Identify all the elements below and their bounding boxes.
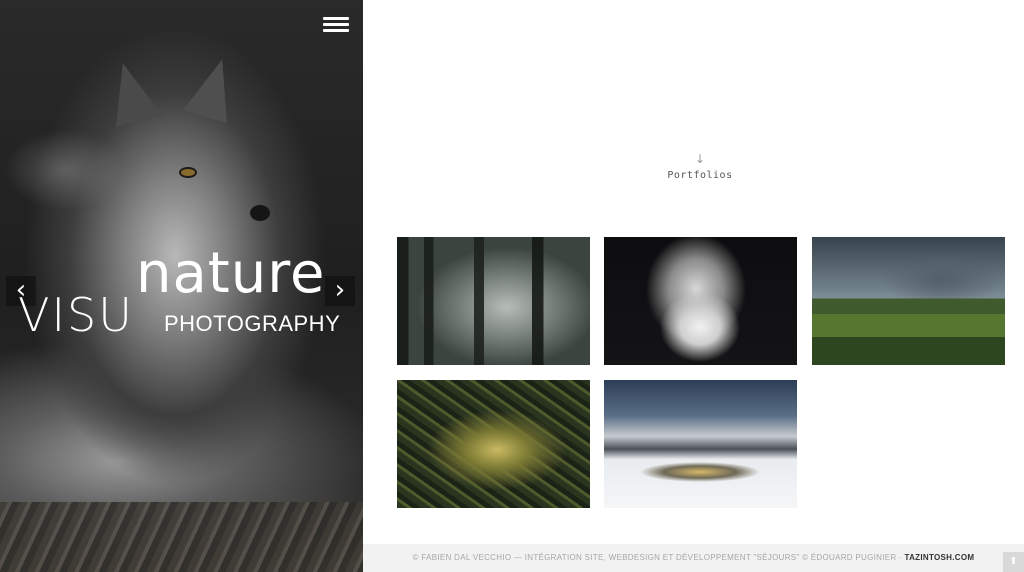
logo-word: nature bbox=[136, 241, 326, 306]
logo-subtitle: PHOTOGRAPHY bbox=[164, 311, 341, 336]
arrow-down-icon: ↓ bbox=[694, 152, 706, 166]
fox-left-ear bbox=[101, 57, 163, 127]
portfolio-thumb-snow[interactable] bbox=[604, 380, 797, 508]
footer-credits: © FABIEN DAL VECCHIO — INTÉGRATION SITE,… bbox=[363, 544, 1024, 572]
footer: © FABIEN DAL VECCHIO — INTÉGRATION SITE,… bbox=[363, 544, 1024, 572]
portfolio-thumb-forest[interactable] bbox=[397, 237, 590, 365]
fox-nose bbox=[250, 205, 270, 221]
portfolio-thumb-fox[interactable] bbox=[604, 237, 797, 365]
menu-bar bbox=[323, 29, 349, 32]
hero-ground bbox=[0, 502, 363, 572]
hero-slideshow[interactable]: ‹ › VISU nature PHOTOGRAPHY bbox=[0, 0, 363, 572]
portfolios-heading: ↓ Portfolios bbox=[600, 152, 800, 181]
fox-right-ear bbox=[182, 52, 244, 124]
fox-eye bbox=[179, 167, 197, 178]
portfolios-title: Portfolios bbox=[667, 170, 733, 181]
portfolio-thumb-valley[interactable] bbox=[812, 237, 1005, 365]
page: ‹ › VISU nature PHOTOGRAPHY ↓ Portfolios… bbox=[0, 0, 1024, 572]
menu-bar bbox=[323, 23, 349, 26]
portfolio-thumb-moss[interactable] bbox=[397, 380, 590, 508]
site-logo[interactable]: VISU nature PHOTOGRAPHY bbox=[16, 241, 348, 342]
logo-prefix: VISU bbox=[18, 288, 134, 342]
footer-credit-text: © FABIEN DAL VECCHIO — INTÉGRATION SITE,… bbox=[412, 553, 905, 562]
footer-site-link[interactable]: TAZINTOSH.COM bbox=[905, 553, 975, 562]
menu-bar bbox=[323, 17, 349, 20]
hamburger-menu-icon[interactable] bbox=[323, 14, 349, 36]
arrow-up-icon[interactable]: ⬆ bbox=[1003, 552, 1024, 572]
